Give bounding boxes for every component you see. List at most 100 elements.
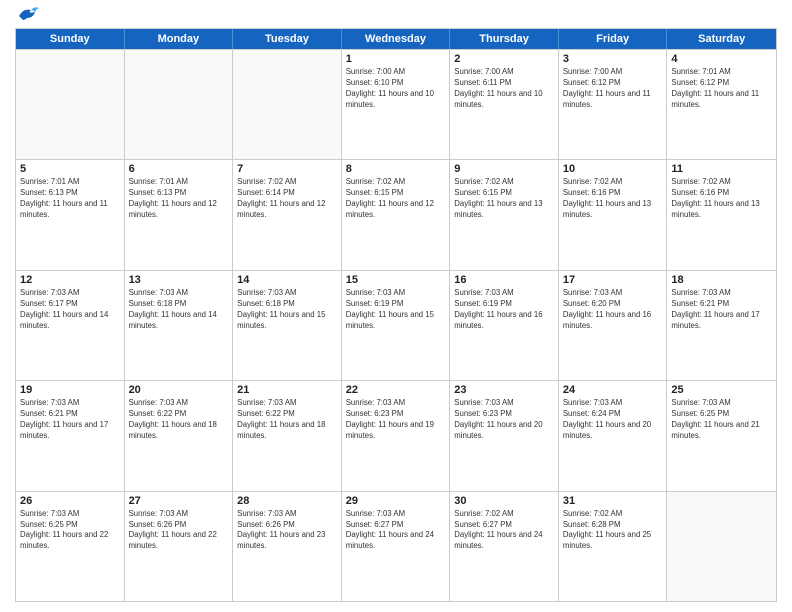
- header: [15, 10, 777, 20]
- day-number: 17: [563, 274, 663, 286]
- cell-info: Sunrise: 7:01 AMSunset: 6:13 PMDaylight:…: [129, 177, 229, 221]
- calendar: SundayMondayTuesdayWednesdayThursdayFrid…: [15, 28, 777, 602]
- day-cell-6: 6 Sunrise: 7:01 AMSunset: 6:13 PMDaylight…: [125, 160, 234, 269]
- day-number: 29: [346, 495, 446, 507]
- day-cell-28: 28 Sunrise: 7:03 AMSunset: 6:26 PMDayligh…: [233, 492, 342, 601]
- cell-info: Sunrise: 7:03 AMSunset: 6:22 PMDaylight:…: [237, 398, 337, 442]
- weekday-header-friday: Friday: [559, 29, 668, 49]
- day-number: 24: [563, 384, 663, 396]
- calendar-row-4: 26 Sunrise: 7:03 AMSunset: 6:25 PMDayligh…: [16, 491, 776, 601]
- cell-info: Sunrise: 7:01 AMSunset: 6:12 PMDaylight:…: [671, 67, 772, 111]
- calendar-body: 1 Sunrise: 7:00 AMSunset: 6:10 PMDaylight…: [16, 49, 776, 601]
- day-number: 31: [563, 495, 663, 507]
- day-cell-17: 17Sunrise: 7:03 AMSunset: 6:20 PMDayligh…: [559, 271, 668, 380]
- calendar-row-0: 1 Sunrise: 7:00 AMSunset: 6:10 PMDaylight…: [16, 49, 776, 159]
- day-cell-11: 11Sunrise: 7:02 AMSunset: 6:16 PMDayligh…: [667, 160, 776, 269]
- cell-info: Sunrise: 7:03 AMSunset: 6:25 PMDaylight:…: [20, 509, 120, 553]
- day-number: 26: [20, 495, 120, 507]
- day-number: 8: [346, 163, 446, 175]
- weekday-header-tuesday: Tuesday: [233, 29, 342, 49]
- day-number: 12: [20, 274, 120, 286]
- day-number: 22: [346, 384, 446, 396]
- day-number: 1: [346, 53, 446, 65]
- cell-info: Sunrise: 7:02 AMSunset: 6:14 PMDaylight:…: [237, 177, 337, 221]
- cell-info: Sunrise: 7:03 AMSunset: 6:27 PMDaylight:…: [346, 509, 446, 553]
- day-cell-14: 14 Sunrise: 7:03 AMSunset: 6:18 PMDayligh…: [233, 271, 342, 380]
- day-cell-4: 4 Sunrise: 7:01 AMSunset: 6:12 PMDaylight…: [667, 50, 776, 159]
- day-number: 13: [129, 274, 229, 286]
- cell-info: Sunrise: 7:00 AMSunset: 6:10 PMDaylight:…: [346, 67, 446, 111]
- day-cell-23: 23 Sunrise: 7:03 AMSunset: 6:23 PMDayligh…: [450, 381, 559, 490]
- day-cell-20: 20 Sunrise: 7:03 AMSunset: 6:22 PMDayligh…: [125, 381, 234, 490]
- cell-info: Sunrise: 7:02 AMSunset: 6:15 PMDaylight:…: [346, 177, 446, 221]
- day-number: 9: [454, 163, 554, 175]
- day-number: 6: [129, 163, 229, 175]
- empty-cell: [125, 50, 234, 159]
- day-number: 20: [129, 384, 229, 396]
- calendar-row-2: 12 Sunrise: 7:03 AMSunset: 6:17 PMDayligh…: [16, 270, 776, 380]
- cell-info: Sunrise: 7:02 AMSunset: 6:28 PMDaylight:…: [563, 509, 663, 553]
- empty-cell: [16, 50, 125, 159]
- day-cell-1: 1 Sunrise: 7:00 AMSunset: 6:10 PMDaylight…: [342, 50, 451, 159]
- cell-info: Sunrise: 7:03 AMSunset: 6:21 PMDaylight:…: [20, 398, 120, 442]
- day-number: 18: [671, 274, 772, 286]
- day-cell-29: 29 Sunrise: 7:03 AMSunset: 6:27 PMDayligh…: [342, 492, 451, 601]
- cell-info: Sunrise: 7:03 AMSunset: 6:25 PMDaylight:…: [671, 398, 772, 442]
- day-cell-18: 18 Sunrise: 7:03 AMSunset: 6:21 PMDayligh…: [667, 271, 776, 380]
- day-number: 19: [20, 384, 120, 396]
- empty-cell: [667, 492, 776, 601]
- day-number: 14: [237, 274, 337, 286]
- empty-cell: [233, 50, 342, 159]
- day-cell-25: 25 Sunrise: 7:03 AMSunset: 6:25 PMDayligh…: [667, 381, 776, 490]
- cell-info: Sunrise: 7:03 AMSunset: 6:22 PMDaylight:…: [129, 398, 229, 442]
- cell-info: Sunrise: 7:03 AMSunset: 6:19 PMDaylight:…: [346, 288, 446, 332]
- day-number: 27: [129, 495, 229, 507]
- cell-info: Sunrise: 7:03 AMSunset: 6:19 PMDaylight:…: [454, 288, 554, 332]
- day-number: 3: [563, 53, 663, 65]
- day-number: 15: [346, 274, 446, 286]
- day-cell-7: 7 Sunrise: 7:02 AMSunset: 6:14 PMDaylight…: [233, 160, 342, 269]
- day-cell-24: 24 Sunrise: 7:03 AMSunset: 6:24 PMDayligh…: [559, 381, 668, 490]
- cell-info: Sunrise: 7:03 AMSunset: 6:17 PMDaylight:…: [20, 288, 120, 332]
- day-number: 25: [671, 384, 772, 396]
- day-cell-10: 10 Sunrise: 7:02 AMSunset: 6:16 PMDayligh…: [559, 160, 668, 269]
- cell-info: Sunrise: 7:01 AMSunset: 6:13 PMDaylight:…: [20, 177, 120, 221]
- day-cell-27: 27 Sunrise: 7:03 AMSunset: 6:26 PMDayligh…: [125, 492, 234, 601]
- cell-info: Sunrise: 7:03 AMSunset: 6:18 PMDaylight:…: [237, 288, 337, 332]
- day-number: 5: [20, 163, 120, 175]
- weekday-header-wednesday: Wednesday: [342, 29, 451, 49]
- day-number: 21: [237, 384, 337, 396]
- cell-info: Sunrise: 7:03 AMSunset: 6:26 PMDaylight:…: [237, 509, 337, 553]
- cell-info: Sunrise: 7:02 AMSunset: 6:16 PMDaylight:…: [671, 177, 772, 221]
- day-number: 30: [454, 495, 554, 507]
- day-number: 10: [563, 163, 663, 175]
- day-number: 4: [671, 53, 772, 65]
- day-number: 7: [237, 163, 337, 175]
- day-cell-31: 31 Sunrise: 7:02 AMSunset: 6:28 PMDayligh…: [559, 492, 668, 601]
- day-cell-2: 2 Sunrise: 7:00 AMSunset: 6:11 PMDaylight…: [450, 50, 559, 159]
- day-number: 28: [237, 495, 337, 507]
- day-cell-15: 15 Sunrise: 7:03 AMSunset: 6:19 PMDayligh…: [342, 271, 451, 380]
- cell-info: Sunrise: 7:03 AMSunset: 6:26 PMDaylight:…: [129, 509, 229, 553]
- logo: [15, 10, 39, 20]
- weekday-header-monday: Monday: [125, 29, 234, 49]
- cell-info: Sunrise: 7:00 AMSunset: 6:11 PMDaylight:…: [454, 67, 554, 111]
- day-cell-5: 5 Sunrise: 7:01 AMSunset: 6:13 PMDaylight…: [16, 160, 125, 269]
- calendar-header: SundayMondayTuesdayWednesdayThursdayFrid…: [16, 29, 776, 49]
- day-cell-26: 26 Sunrise: 7:03 AMSunset: 6:25 PMDayligh…: [16, 492, 125, 601]
- day-cell-3: 3Sunrise: 7:00 AMSunset: 6:12 PMDaylight…: [559, 50, 668, 159]
- cell-info: Sunrise: 7:02 AMSunset: 6:15 PMDaylight:…: [454, 177, 554, 221]
- cell-info: Sunrise: 7:03 AMSunset: 6:24 PMDaylight:…: [563, 398, 663, 442]
- cell-info: Sunrise: 7:03 AMSunset: 6:21 PMDaylight:…: [671, 288, 772, 332]
- calendar-row-1: 5 Sunrise: 7:01 AMSunset: 6:13 PMDaylight…: [16, 159, 776, 269]
- day-number: 2: [454, 53, 554, 65]
- day-cell-21: 21 Sunrise: 7:03 AMSunset: 6:22 PMDayligh…: [233, 381, 342, 490]
- logo-bird-icon: [17, 6, 39, 24]
- weekday-header-thursday: Thursday: [450, 29, 559, 49]
- day-number: 23: [454, 384, 554, 396]
- cell-info: Sunrise: 7:02 AMSunset: 6:16 PMDaylight:…: [563, 177, 663, 221]
- day-cell-19: 19 Sunrise: 7:03 AMSunset: 6:21 PMDayligh…: [16, 381, 125, 490]
- cell-info: Sunrise: 7:02 AMSunset: 6:27 PMDaylight:…: [454, 509, 554, 553]
- page: SundayMondayTuesdayWednesdayThursdayFrid…: [0, 0, 792, 612]
- cell-info: Sunrise: 7:03 AMSunset: 6:23 PMDaylight:…: [454, 398, 554, 442]
